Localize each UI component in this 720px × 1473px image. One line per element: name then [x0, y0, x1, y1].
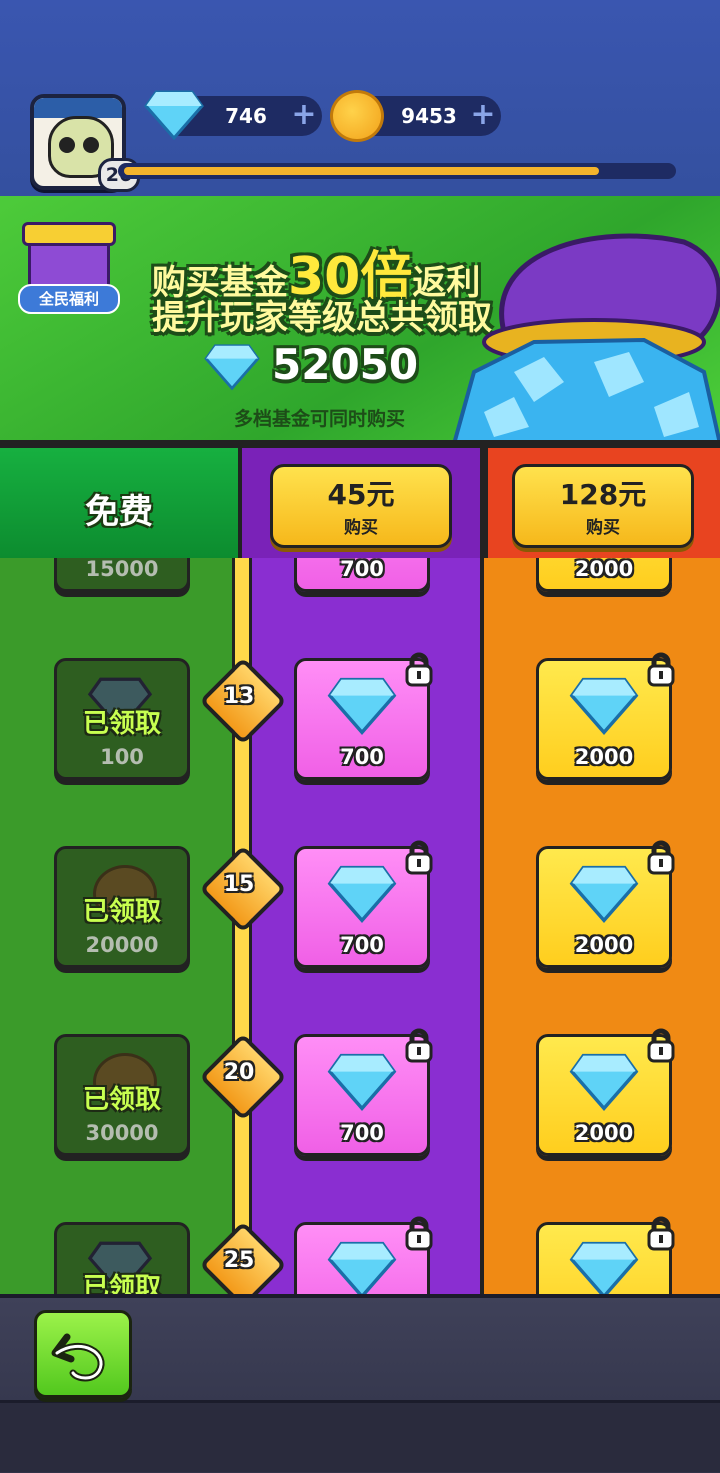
tier-128-reward-card[interactable]: 2000	[536, 840, 675, 968]
reward-amount: 30000	[85, 1121, 159, 1145]
reward-amount: 700	[340, 933, 384, 957]
coin-count: 9453	[401, 104, 457, 128]
level-node-label: 25	[223, 1248, 255, 1273]
buy-128-label: 购买	[586, 518, 620, 538]
reward-amount: 700	[340, 1121, 384, 1145]
reward-amount: 2000	[574, 557, 634, 581]
level-node-label: 13	[223, 684, 255, 709]
diamond-icon	[569, 1241, 639, 1294]
free-reward-card[interactable]: 已领取 30000	[54, 1034, 190, 1156]
tier-45-reward-card[interactable]: 700	[294, 1028, 433, 1156]
banner-total-gems: 52050	[272, 340, 419, 389]
tier-128-reward-card[interactable]: 2000	[536, 1028, 675, 1156]
back-button[interactable]	[34, 1310, 132, 1398]
lock-icon	[647, 1216, 675, 1251]
tier-45-reward-card[interactable]: 700	[294, 840, 433, 968]
buy-128-button[interactable]: 128元 购买	[512, 464, 694, 548]
reward-amount: 700	[340, 745, 384, 769]
banner-note: 多档基金可同时购买	[234, 408, 406, 430]
diamond-icon	[327, 677, 397, 736]
back-arrow-icon	[51, 1333, 105, 1382]
lock-icon	[405, 1028, 433, 1063]
level-node-label: 15	[223, 872, 255, 897]
tier-128-reward-card[interactable]: 2000	[536, 652, 675, 780]
diamond-icon	[569, 865, 639, 924]
lock-icon	[405, 1216, 433, 1251]
welfare-gift-button[interactable]: 全民福利	[18, 208, 120, 314]
gem-count: 746	[225, 104, 267, 128]
diamond-icon	[327, 865, 397, 924]
banner-subline: 提升玩家等级总共领取	[152, 298, 492, 338]
level-node-label: 20	[223, 1060, 255, 1085]
xp-progress-bar	[118, 163, 676, 179]
gift-label: 全民福利	[18, 284, 120, 314]
lock-icon	[405, 840, 433, 875]
reward-amount: 700	[340, 557, 384, 581]
claimed-label: 已领取	[82, 709, 161, 739]
reward-amount: 15000	[85, 557, 159, 581]
tier-45-reward-card[interactable]: 700	[294, 652, 433, 780]
diamond-icon	[569, 677, 639, 736]
reward-amount: 20000	[85, 933, 159, 957]
diamond-icon	[204, 344, 260, 391]
diamond-icon	[327, 1053, 397, 1112]
diamond-icon	[569, 1053, 639, 1112]
buy-45-button[interactable]: 45元 购买	[270, 464, 452, 548]
reward-amount: 100	[100, 745, 144, 769]
bottom-strip	[0, 1400, 720, 1472]
reward-amount: 2000	[574, 933, 634, 957]
xp-progress-fill	[124, 167, 599, 175]
claimed-label: 已领取	[82, 897, 161, 927]
coin-icon	[330, 90, 384, 142]
buy-45-price: 45元	[327, 478, 395, 511]
lock-icon	[647, 1028, 675, 1063]
reward-amount: 2000	[574, 745, 634, 769]
gem-sack-icon	[451, 233, 720, 444]
claimed-label: 已领取	[82, 1085, 161, 1115]
add-gems-button[interactable]: +	[290, 100, 318, 130]
lock-icon	[647, 840, 675, 875]
free-reward-card[interactable]: 已领取 100	[54, 658, 190, 780]
add-coins-button[interactable]: +	[469, 100, 497, 130]
free-reward-card[interactable]: 已领取 20000	[54, 846, 190, 968]
diamond-icon	[327, 1241, 397, 1294]
lock-icon	[405, 652, 433, 687]
lock-icon	[647, 652, 675, 687]
banner-divider	[0, 440, 720, 448]
buy-128-price: 128元	[559, 478, 647, 511]
diamond-icon	[144, 90, 204, 141]
tier-free-label: 免费	[85, 492, 153, 532]
buy-45-label: 购买	[344, 518, 378, 538]
reward-amount: 2000	[574, 1121, 634, 1145]
